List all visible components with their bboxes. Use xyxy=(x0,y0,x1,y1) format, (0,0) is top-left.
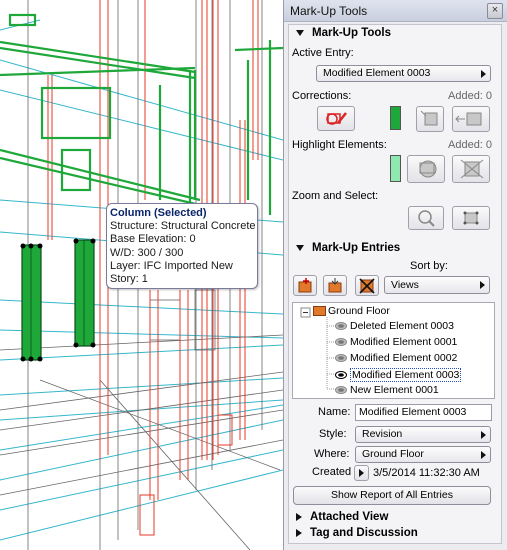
style-label: Style: xyxy=(319,428,347,440)
expand-triangle-icon xyxy=(296,529,302,537)
eye-icon xyxy=(335,354,347,362)
correction-tool-button[interactable] xyxy=(317,106,355,131)
delete-icon xyxy=(359,278,375,294)
tooltip-line: Story: 1 xyxy=(110,273,148,286)
remove-correction-button[interactable] xyxy=(452,106,490,132)
remove-highlight-button[interactable] xyxy=(452,155,490,183)
delete-entry-button[interactable] xyxy=(355,275,379,296)
correction-color-swatch[interactable] xyxy=(390,106,401,130)
created-label: Created xyxy=(312,466,352,478)
where-label: Where: xyxy=(314,448,350,460)
select-button[interactable] xyxy=(452,206,490,230)
tree-root-ground-floor[interactable]: Ground Floor xyxy=(313,305,390,317)
zoom-icon xyxy=(418,210,435,227)
corrections-label: Corrections: xyxy=(292,90,352,102)
tooltip-line: Layer: IFC Imported New xyxy=(110,259,233,272)
entries-tree[interactable]: Ground Floor Deleted Element 0003 Modifi… xyxy=(292,302,495,399)
collapse-triangle-icon xyxy=(296,245,304,251)
highlight-color-swatch[interactable] xyxy=(390,155,401,182)
tree-item[interactable]: Modified Element 0001 xyxy=(335,336,457,348)
expand-triangle-icon xyxy=(296,513,302,521)
sort-by-label: Sort by: xyxy=(410,260,448,272)
highlight-elements-label: Highlight Elements: xyxy=(292,139,387,151)
add-highlight-button[interactable] xyxy=(407,155,445,183)
highlight-added-count: Added: 0 xyxy=(448,139,493,151)
tree-item[interactable]: Modified Element 0002 xyxy=(335,352,457,364)
created-expand-button[interactable] xyxy=(354,465,369,481)
section-tag-discussion[interactable]: Tag and Discussion xyxy=(296,527,418,539)
created-timestamp: 3/5/2014 11:32:30 AM xyxy=(373,467,480,479)
3d-viewport[interactable]: Column (Selected) Structure: Structural … xyxy=(0,0,283,550)
play-arrow-icon xyxy=(359,469,364,477)
new-folder-button[interactable] xyxy=(323,275,347,296)
show-report-button[interactable]: Show Report of All Entries xyxy=(293,486,491,505)
section-markup-tools[interactable]: Mark-Up Tools xyxy=(296,27,391,39)
tooltip-line: W/D: 300 / 300 xyxy=(110,246,184,259)
dropdown-arrow-icon xyxy=(481,70,486,78)
section-attached-view[interactable]: Attached View xyxy=(296,511,388,523)
dropdown-arrow-icon xyxy=(481,431,486,439)
highlight-remove-icon xyxy=(460,159,484,179)
dropdown-arrow-icon xyxy=(480,281,485,289)
tooltip-line: Base Elevation: 0 xyxy=(110,233,196,246)
dropdown-arrow-icon xyxy=(481,451,486,459)
active-entry-dropdown[interactable]: Modified Element 0003 xyxy=(316,65,491,82)
tree-item-selected[interactable]: Modified Element 0003 xyxy=(335,368,462,382)
style-dropdown[interactable]: Revision xyxy=(355,426,491,443)
sort-by-dropdown[interactable]: Views xyxy=(384,276,490,294)
tree-item[interactable]: Deleted Element 0003 xyxy=(335,320,454,332)
selected-column-2 xyxy=(73,238,96,348)
palette-titlebar[interactable]: Mark-Up Tools × xyxy=(284,0,507,22)
tooltip-line: Structure: Structural Concrete xyxy=(110,220,256,233)
tree-item[interactable]: New Element 0001 xyxy=(335,384,439,396)
add-correction-button[interactable] xyxy=(416,106,444,132)
corrections-added-count: Added: 0 xyxy=(448,90,493,102)
collapse-triangle-icon xyxy=(296,30,304,36)
remove-element-icon xyxy=(455,112,482,126)
eye-icon xyxy=(335,322,347,330)
zoom-select-label: Zoom and Select: xyxy=(292,190,379,202)
close-button[interactable]: × xyxy=(487,2,503,19)
palette-title: Mark-Up Tools xyxy=(290,3,368,18)
folder-icon xyxy=(313,306,326,316)
section-markup-entries[interactable]: Mark-Up Entries xyxy=(296,242,400,254)
where-dropdown[interactable]: Ground Floor xyxy=(355,446,491,463)
new-entry-button[interactable] xyxy=(293,275,317,296)
eye-icon xyxy=(335,386,347,394)
eye-icon xyxy=(335,371,347,379)
correction-pen-icon xyxy=(326,112,347,125)
selected-column-1 xyxy=(20,243,43,362)
active-entry-label: Active Entry: xyxy=(292,47,354,59)
highlight-add-icon xyxy=(419,160,437,178)
eye-icon xyxy=(335,338,347,346)
folder-icon xyxy=(328,278,342,293)
add-element-icon xyxy=(420,110,438,126)
new-entry-icon xyxy=(298,278,312,293)
element-info-tooltip: Column (Selected) Structure: Structural … xyxy=(106,203,258,289)
select-elements-icon xyxy=(463,211,479,225)
tooltip-title: Column (Selected) xyxy=(110,207,207,219)
name-field[interactable]: Modified Element 0003 xyxy=(355,404,492,421)
name-label: Name: xyxy=(318,406,351,418)
zoom-button[interactable] xyxy=(408,206,444,230)
